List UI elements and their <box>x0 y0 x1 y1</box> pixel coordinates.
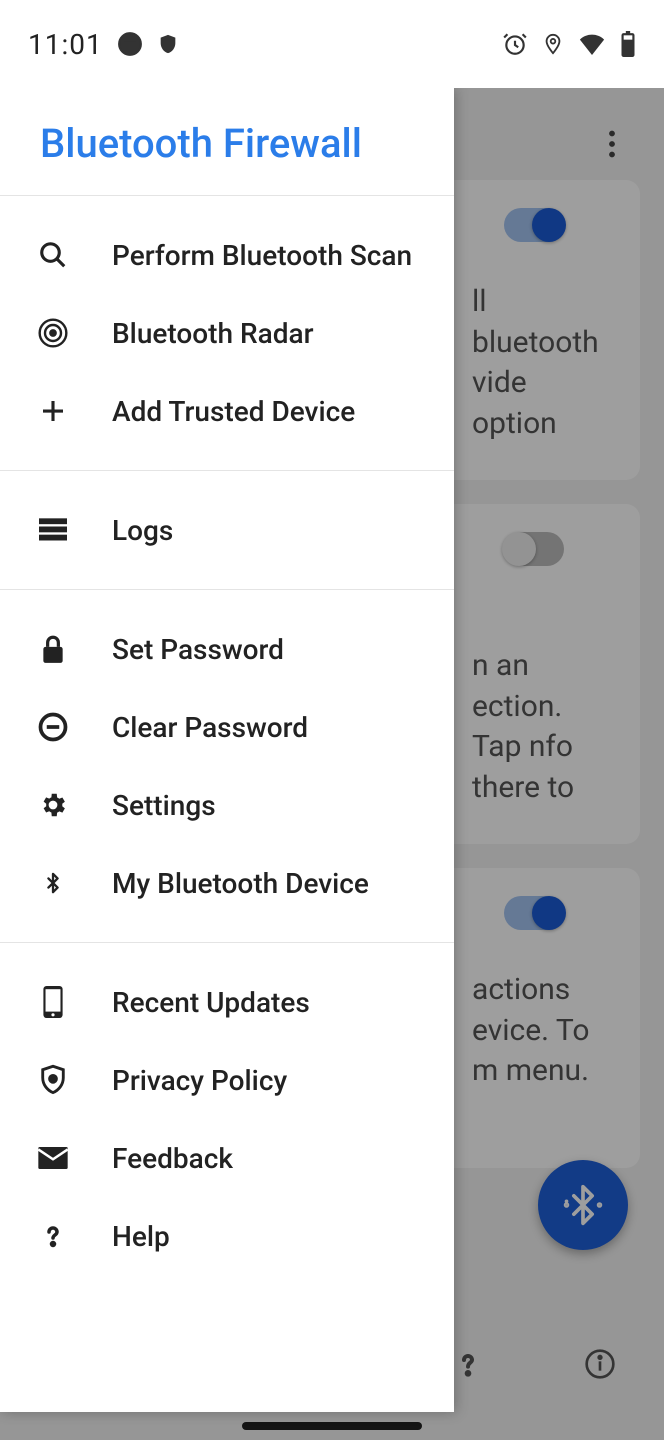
drawer-item-scan[interactable]: Perform Bluetooth Scan <box>0 216 454 294</box>
drawer-item-label: My Bluetooth Device <box>112 867 369 900</box>
radar-icon <box>36 316 70 350</box>
drawer-item-label: Privacy Policy <box>112 1064 287 1097</box>
drawer-item-add-trusted[interactable]: Add Trusted Device <box>0 372 454 450</box>
clear-icon <box>36 710 70 744</box>
dnd-icon <box>117 31 143 57</box>
drawer-item-label: Add Trusted Device <box>112 395 355 428</box>
drawer-item-label: Logs <box>112 514 173 547</box>
wifi-icon <box>578 33 606 55</box>
drawer-item-settings[interactable]: Settings <box>0 766 454 844</box>
shield-status-icon <box>157 31 179 57</box>
navigation-drawer: Bluetooth Firewall Perform Bluetooth Sca… <box>0 88 454 1412</box>
drawer-item-clear-password[interactable]: Clear Password <box>0 688 454 766</box>
shield-icon <box>36 1063 70 1097</box>
drawer-item-recent-updates[interactable]: Recent Updates <box>0 963 454 1041</box>
drawer-item-label: Help <box>112 1220 170 1253</box>
status-time: 11:01 <box>28 28 103 61</box>
mail-icon <box>36 1141 70 1175</box>
drawer-item-label: Recent Updates <box>112 986 310 1019</box>
location-icon <box>542 31 564 57</box>
alarm-icon <box>502 31 528 57</box>
drawer-item-logs[interactable]: Logs <box>0 491 454 569</box>
help-icon <box>36 1219 70 1253</box>
drawer-item-help[interactable]: Help <box>0 1197 454 1275</box>
drawer-item-label: Feedback <box>112 1142 233 1175</box>
drawer-title: Bluetooth Firewall <box>0 88 454 195</box>
logs-icon <box>36 513 70 547</box>
drawer-item-label: Clear Password <box>112 711 308 744</box>
drawer-item-feedback[interactable]: Feedback <box>0 1119 454 1197</box>
plus-icon <box>36 394 70 428</box>
drawer-item-label: Settings <box>112 789 216 822</box>
drawer-item-radar[interactable]: Bluetooth Radar <box>0 294 454 372</box>
bluetooth-icon <box>36 866 70 900</box>
drawer-item-privacy[interactable]: Privacy Policy <box>0 1041 454 1119</box>
drawer-item-label: Perform Bluetooth Scan <box>112 239 412 272</box>
lock-icon <box>36 632 70 666</box>
phone-icon <box>36 985 70 1019</box>
drawer-item-label: Set Password <box>112 633 284 666</box>
status-bar: 11:01 <box>0 0 664 88</box>
drawer-item-set-password[interactable]: Set Password <box>0 610 454 688</box>
battery-icon <box>620 31 636 57</box>
drawer-item-label: Bluetooth Radar <box>112 317 314 350</box>
gear-icon <box>36 788 70 822</box>
drawer-item-my-device[interactable]: My Bluetooth Device <box>0 844 454 922</box>
search-icon <box>36 238 70 272</box>
